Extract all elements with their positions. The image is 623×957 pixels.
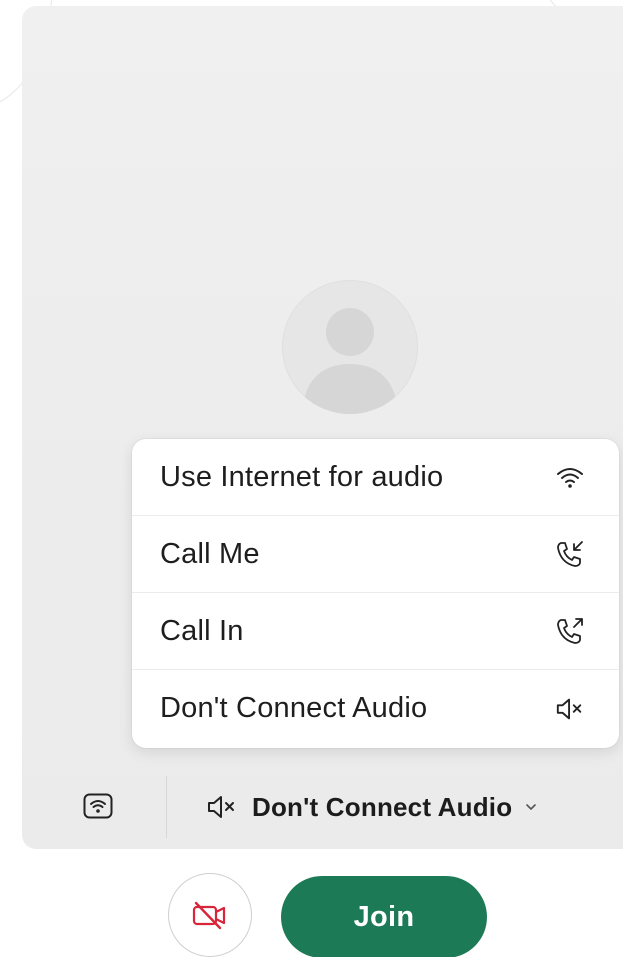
call-me-icon: [555, 539, 585, 569]
audio-options-menu: Use Internet for audio Call Me Call In D…: [132, 439, 619, 748]
bar-divider: [166, 776, 167, 838]
audio-selection-dropdown[interactable]: Don't Connect Audio: [206, 788, 538, 826]
menu-item-label: Call Me: [160, 537, 260, 570]
avatar: [282, 280, 418, 414]
join-button[interactable]: Join: [281, 876, 487, 957]
connection-settings-button[interactable]: [82, 790, 114, 822]
speaker-muted-icon: [555, 694, 585, 724]
audio-selection-label: Don't Connect Audio: [252, 791, 513, 822]
menu-item-call-me[interactable]: Call Me: [132, 516, 619, 593]
menu-item-call-in[interactable]: Call In: [132, 593, 619, 670]
meeting-preview-window: Don't Connect Audio Use Internet for aud…: [0, 0, 623, 957]
menu-item-use-internet[interactable]: Use Internet for audio: [132, 439, 619, 516]
video-off-icon: [192, 901, 226, 930]
menu-item-dont-connect[interactable]: Don't Connect Audio: [132, 670, 619, 747]
menu-item-label: Call In: [160, 614, 244, 647]
menu-item-label: Use Internet for audio: [160, 460, 444, 493]
wifi-box-icon: [83, 793, 113, 819]
person-silhouette-icon: [302, 308, 398, 414]
wifi-icon: [555, 462, 585, 492]
call-in-icon: [555, 616, 585, 646]
audio-connection-bar: Don't Connect Audio: [44, 776, 623, 838]
chevron-down-icon: [524, 800, 538, 814]
video-toggle-button[interactable]: [168, 873, 252, 957]
menu-item-label: Don't Connect Audio: [160, 692, 428, 724]
speaker-muted-icon: [206, 792, 238, 822]
